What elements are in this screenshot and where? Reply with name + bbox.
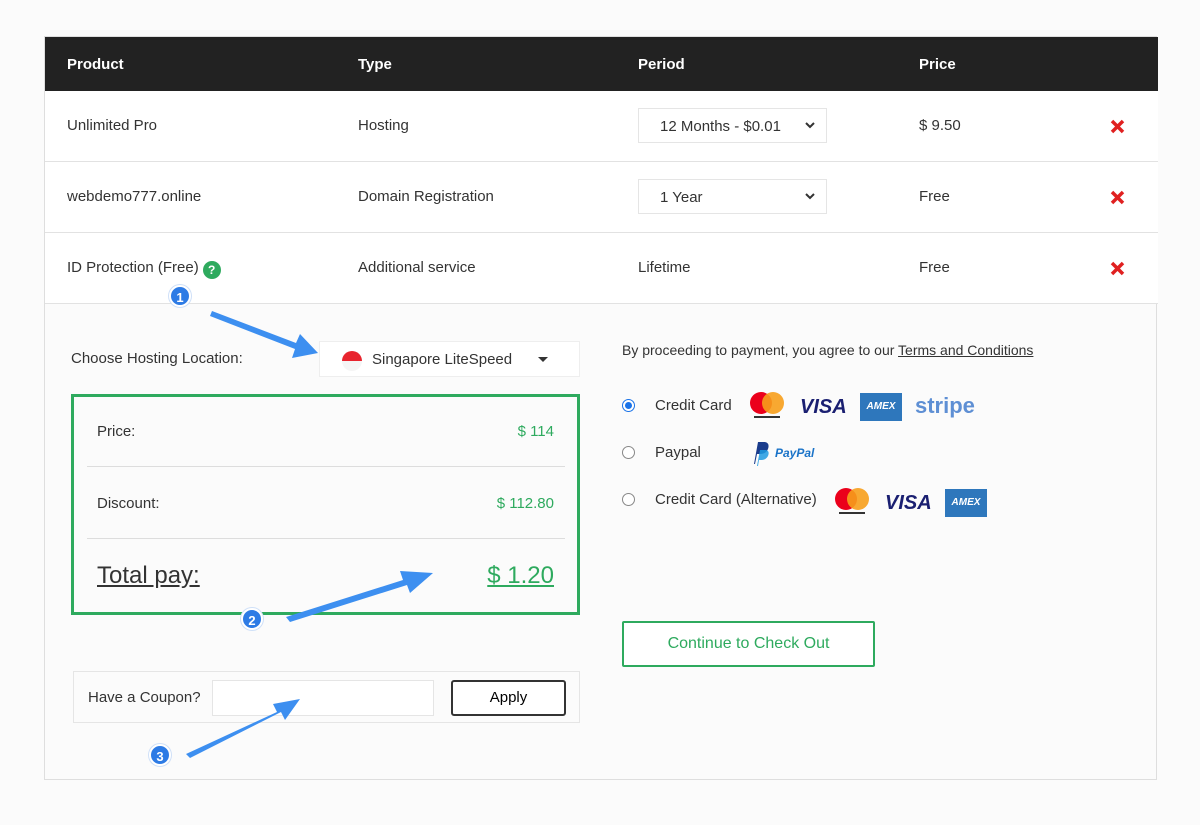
header-type: Type [358, 56, 392, 73]
annotation-badge-1: 1 [169, 285, 191, 307]
table-row: webdemo777.online Domain Registration 1 … [45, 162, 1158, 233]
discount-label: Discount: [97, 495, 160, 512]
visa-icon: VISA [800, 396, 847, 418]
checkout-section: Choose Hosting Location: Singapore LiteS… [45, 305, 1158, 781]
paypal-p-icon [754, 442, 769, 466]
product-type: Hosting [358, 117, 409, 134]
product-name: ID Protection (Free) [67, 259, 199, 276]
visa-icon: VISA [885, 492, 932, 514]
annotation-badge-3: 3 [149, 744, 171, 766]
header-price: Price [919, 56, 956, 73]
payment-label: Credit Card (Alternative) [655, 491, 817, 508]
product-price: Free [919, 188, 950, 205]
coupon-input[interactable] [212, 680, 434, 716]
location-select[interactable]: Singapore LiteSpeed [319, 341, 580, 377]
period-select[interactable]: 1 Year [638, 179, 827, 214]
total-label: Total pay: [97, 562, 200, 589]
coupon-label: Have a Coupon? [88, 689, 201, 706]
amex-icon: AMEX [860, 393, 902, 421]
discount-value: $ 112.80 [496, 495, 554, 512]
product-name-cell: ID Protection (Free)? [67, 259, 221, 279]
mastercard-icon [835, 488, 869, 514]
chevron-down-icon [805, 193, 815, 200]
table-header: Product Type Period Price [45, 37, 1158, 91]
product-price: Free [919, 259, 950, 276]
checkout-button[interactable]: Continue to Check Out [622, 621, 875, 667]
radio-selected[interactable] [622, 399, 635, 412]
apply-button[interactable]: Apply [451, 680, 566, 716]
table-row: Unlimited Pro Hosting 12 Months - $0.01 … [45, 91, 1158, 162]
payment-option-credit-card[interactable]: Credit Card VISA AMEX stripe [622, 391, 1102, 423]
divider [87, 466, 565, 467]
chevron-down-icon [805, 122, 815, 129]
period-select-value: 1 Year [660, 189, 703, 206]
remove-icon[interactable] [1110, 261, 1125, 276]
terms-link[interactable]: Terms and Conditions [898, 342, 1033, 358]
payment-option-paypal[interactable]: Paypal PayPal [622, 438, 1102, 470]
payment-label: Credit Card [655, 397, 732, 414]
paypal-icon: PayPal [775, 446, 815, 460]
header-product: Product [67, 56, 124, 73]
header-period: Period [638, 56, 685, 73]
product-period: Lifetime [638, 259, 691, 276]
terms-prefix: By proceeding to payment, you agree to o… [622, 342, 899, 358]
product-name: webdemo777.online [67, 188, 202, 205]
remove-icon[interactable] [1110, 190, 1125, 205]
location-label: Choose Hosting Location: [71, 350, 243, 367]
singapore-flag-icon [342, 351, 362, 371]
cart-card: Product Type Period Price Unlimited Pro … [44, 36, 1158, 781]
payment-option-credit-card-alternative[interactable]: Credit Card (Alternative) VISA AMEX [622, 485, 1102, 517]
product-name: Unlimited Pro [67, 117, 158, 134]
price-label: Price: [97, 423, 136, 440]
total-value: $ 1.20 [487, 562, 554, 589]
product-type: Domain Registration [358, 188, 494, 205]
product-price: $ 9.50 [919, 117, 961, 134]
coupon-box: Have a Coupon? Apply [73, 671, 580, 723]
amex-icon: AMEX [945, 489, 987, 517]
location-value: Singapore LiteSpeed [372, 351, 513, 368]
radio-unselected[interactable] [622, 446, 635, 459]
price-value: $ 114 [517, 423, 554, 440]
caret-down-icon [538, 357, 548, 362]
help-icon[interactable]: ? [202, 261, 221, 279]
period-select[interactable]: 12 Months - $0.01 [638, 108, 827, 143]
payment-label: Paypal [655, 444, 701, 461]
divider [87, 538, 565, 539]
mastercard-icon [750, 392, 784, 418]
annotation-badge-2: 2 [241, 608, 263, 630]
terms-text: By proceeding to payment, you agree to o… [622, 342, 1033, 358]
table-row: ID Protection (Free)? Additional service… [45, 233, 1158, 304]
remove-icon[interactable] [1110, 119, 1125, 134]
radio-unselected[interactable] [622, 493, 635, 506]
period-select-value: 12 Months - $0.01 [660, 118, 781, 135]
product-type: Additional service [358, 259, 476, 276]
stripe-icon: stripe [915, 393, 975, 418]
price-summary: Price: $ 114 Discount: $ 112.80 Total pa… [71, 394, 580, 615]
